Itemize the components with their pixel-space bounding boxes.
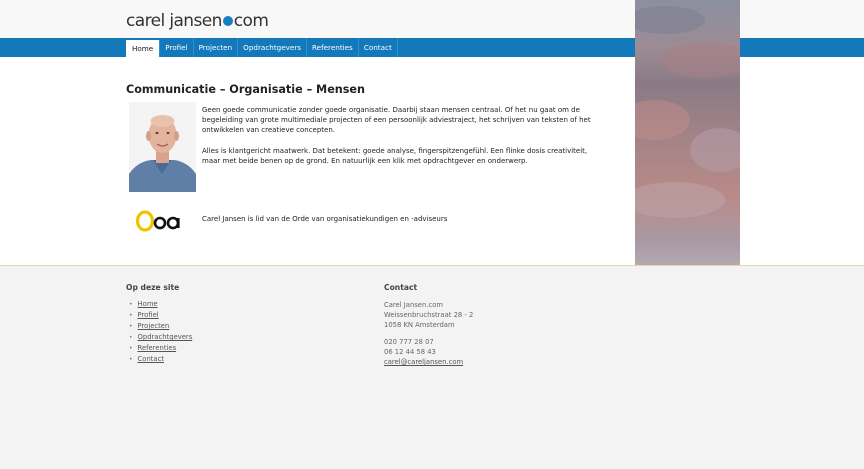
membership-text: Carel Jansen is lid van de Orde van orga… (202, 215, 448, 223)
portrait-image (129, 102, 196, 192)
footer-link-contact[interactable]: Contact (138, 355, 164, 363)
intro-paragraph: Geen goede communicatie zonder goede org… (202, 106, 591, 134)
footer: Op deze site Home Profiel Projecten Opdr… (0, 265, 864, 469)
footer-link-item: Contact (126, 354, 192, 365)
contact-mobile: 06 12 44 58 43 (384, 348, 436, 356)
footer-link-profiel[interactable]: Profiel (138, 311, 159, 319)
footer-link-referenties[interactable]: Referenties (138, 344, 177, 352)
portrait-photo (129, 102, 196, 192)
site-logo[interactable]: carel jansen com (126, 11, 269, 31)
footer-link-item: Projecten (126, 321, 192, 332)
footer-link-home[interactable]: Home (138, 300, 158, 308)
nav-item-profiel[interactable]: Profiel (160, 38, 194, 57)
page-title: Communicatie – Organisatie – Mensen (126, 83, 365, 96)
nav-item-referenties[interactable]: Referenties (307, 38, 359, 57)
contact-phone: 020 777 28 07 (384, 338, 434, 346)
contact-name: Carel Jansen.com (384, 301, 443, 309)
nav-item-opdrachtgevers[interactable]: Opdrachtgevers (238, 38, 307, 57)
footer-contact-heading: Contact (384, 283, 418, 292)
ooa-logo[interactable] (135, 210, 186, 232)
footer-link-item: Referenties (126, 343, 192, 354)
logo-text-tld: com (233, 11, 269, 31)
footer-link-item: Home (126, 299, 192, 310)
approach-paragraph: Alles is klantgericht maatwerk. Dat bete… (202, 147, 588, 165)
footer-link-item: Profiel (126, 310, 192, 321)
nav-item-contact[interactable]: Contact (359, 38, 398, 57)
nav-item-home[interactable]: Home (126, 40, 161, 58)
logo-dot-icon (222, 16, 233, 26)
logo-text-main: carel jansen (126, 11, 222, 31)
nav-item-projecten[interactable]: Projecten (194, 38, 239, 57)
footer-link-opdrachtgevers[interactable]: Opdrachtgevers (138, 333, 193, 341)
footer-link-item: Opdrachtgevers (126, 332, 193, 343)
footer-site-links: Home Profiel Projecten Opdrachtgevers Re… (126, 299, 193, 365)
contact-city: 1058 KN Amsterdam (384, 321, 455, 329)
contact-street: Weissenbruchstraat 28 - 2 (384, 311, 474, 319)
ooa-logo-icon (135, 210, 180, 232)
footer-link-projecten[interactable]: Projecten (138, 322, 170, 330)
footer-site-heading: Op deze site (126, 283, 180, 292)
contact-email-link[interactable]: carel@careljansen.com (384, 358, 463, 366)
contact-email-line: carel@careljansen.com (384, 357, 463, 367)
